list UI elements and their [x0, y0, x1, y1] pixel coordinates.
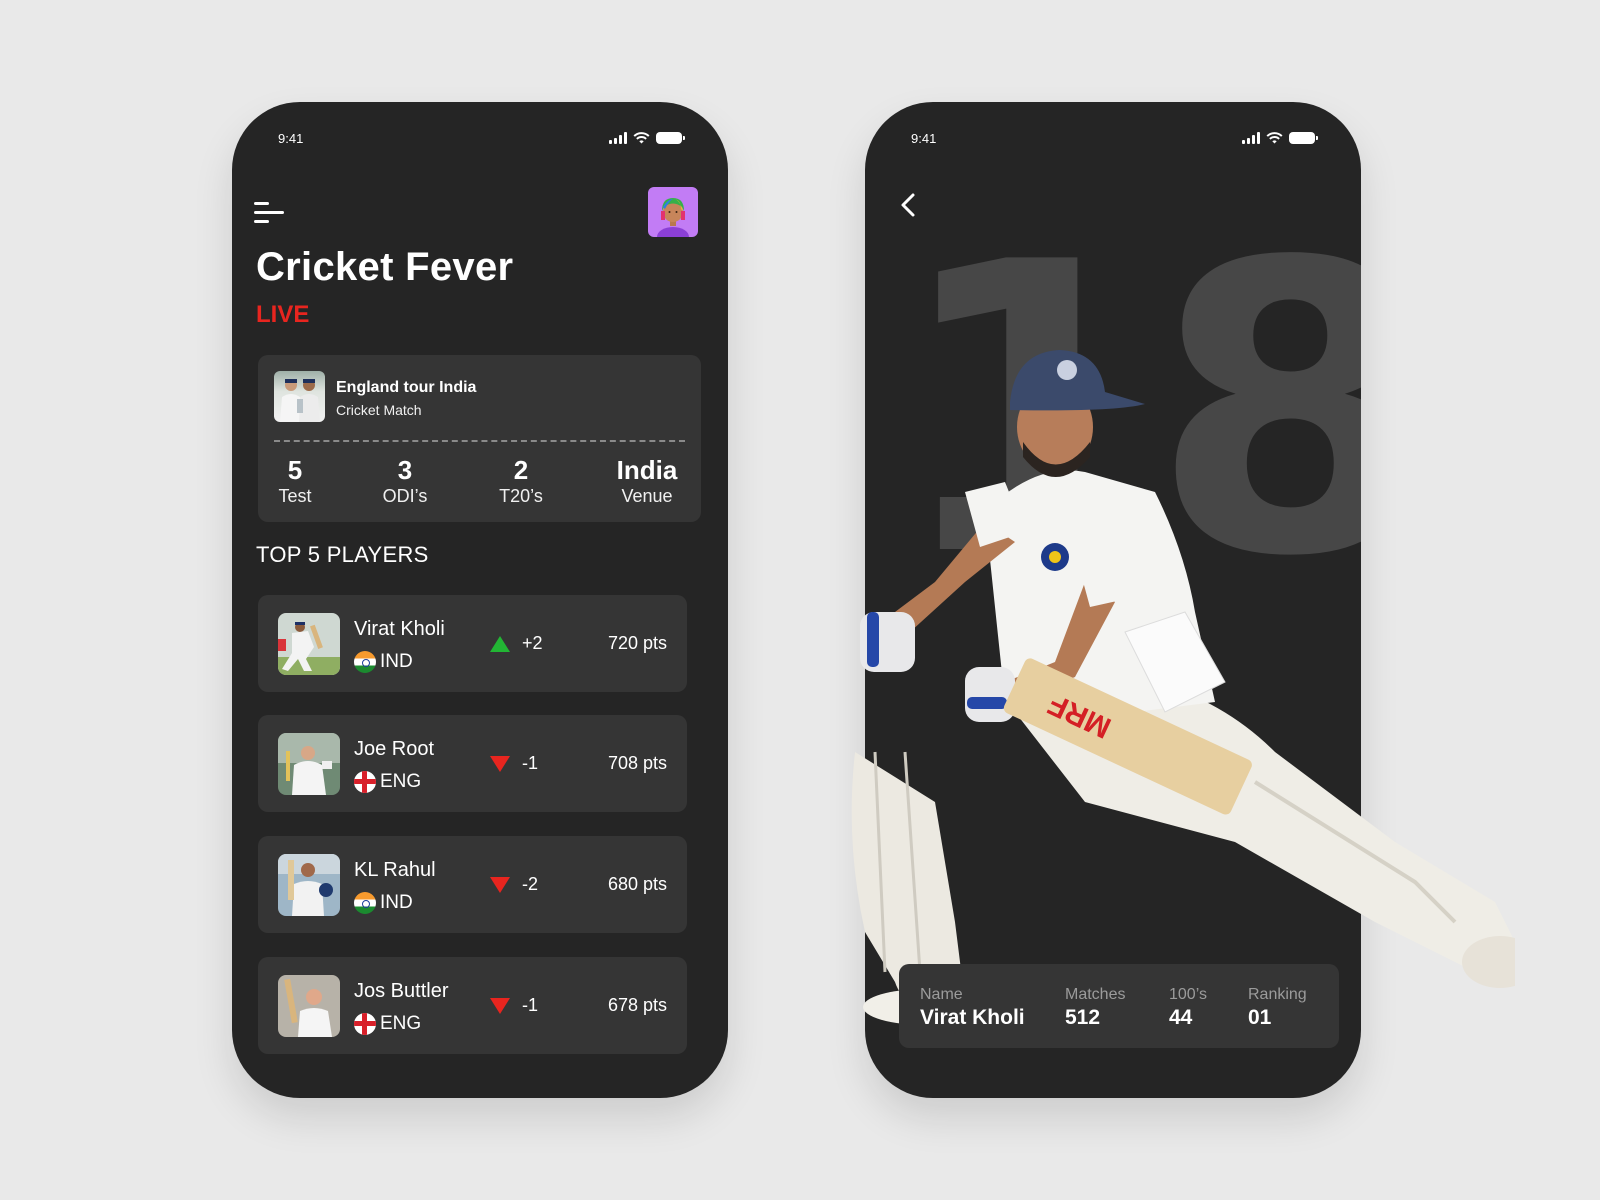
- stat-value: 5: [287, 455, 303, 485]
- home-screen: 9:41 Cricket Fever LIVE England tour Ind…: [232, 102, 728, 1098]
- info-hundreds: 100’s 44: [1169, 986, 1207, 1030]
- player-name: Jos Buttler: [354, 980, 449, 1002]
- player-name: Virat Kholi: [354, 618, 445, 640]
- player-name: KL Rahul: [354, 859, 436, 881]
- back-button[interactable]: [897, 190, 921, 220]
- player-photo: [278, 975, 340, 1037]
- rank-change-value: +2: [522, 633, 543, 653]
- country-code: IND: [380, 651, 413, 672]
- player-photo: [278, 854, 340, 916]
- section-title: TOP 5 PLAYERS: [256, 542, 429, 567]
- player-points: 720 pts: [607, 633, 667, 653]
- info-value: 512: [1065, 1006, 1101, 1029]
- divider: [274, 440, 685, 442]
- info-label: 100’s: [1169, 986, 1207, 1003]
- rank-change-value: -1: [522, 753, 539, 773]
- stat-odi: 3 ODI’s: [380, 455, 430, 507]
- info-label: Matches: [1065, 986, 1126, 1003]
- rank-change-value: -2: [522, 874, 539, 894]
- rank-change: -1: [490, 995, 538, 1016]
- player-country: ENG: [354, 1013, 421, 1035]
- wifi-icon: [1266, 132, 1283, 144]
- player-detail-screen: 18 9:41 MRF Name Virat Kholi Matches 512…: [851, 102, 1515, 1098]
- arrow-down-icon: [490, 755, 510, 772]
- status-time: 9:41: [278, 130, 304, 146]
- country-code: ENG: [380, 771, 422, 792]
- england-flag-icon: [354, 1013, 376, 1035]
- stat-t20: 2 T20’s: [496, 455, 546, 507]
- england-flag-icon: [354, 771, 376, 793]
- signal-icon: [1242, 132, 1260, 144]
- series-stats: 5 Test 3 ODI’s 2 T20’s India Venue: [258, 455, 701, 515]
- avatar-icon: [657, 198, 689, 237]
- info-matches: Matches 512: [1065, 986, 1125, 1030]
- info-label: Ranking: [1248, 986, 1307, 1003]
- stat-label: ODI’s: [382, 486, 428, 506]
- player-info-card: Name Virat Kholi Matches 512 100’s 44 Ra…: [899, 964, 1339, 1048]
- rank-change: +2: [490, 633, 543, 654]
- rank-change: -2: [490, 874, 538, 895]
- screen-background: 18: [865, 102, 1361, 1098]
- status-bar: 9:41: [911, 128, 1318, 148]
- info-ranking: Ranking 01: [1248, 986, 1307, 1030]
- series-subtitle: Cricket Match: [336, 402, 422, 418]
- series-title: England tour India: [336, 379, 477, 396]
- player-name: Joe Root: [354, 738, 435, 760]
- menu-icon-line: [254, 202, 269, 205]
- rank-change: -1: [490, 753, 538, 774]
- info-value: Virat Kholi: [920, 1006, 1025, 1029]
- country-code: IND: [380, 892, 413, 913]
- player-points: 708 pts: [607, 753, 667, 773]
- player-points: 680 pts: [607, 874, 667, 894]
- shoe: [1462, 936, 1515, 988]
- info-name: Name Virat Kholi: [920, 986, 1025, 1030]
- menu-icon-line: [254, 220, 269, 223]
- india-flag-icon: [354, 651, 376, 673]
- stat-value: 3: [397, 455, 413, 485]
- user-avatar[interactable]: [648, 187, 698, 237]
- status-bar: 9:41: [278, 128, 685, 148]
- chevron-left-icon: [901, 193, 915, 217]
- player-country: IND: [354, 651, 413, 673]
- arrow-down-icon: [490, 876, 510, 893]
- series-card[interactable]: England tour India Cricket Match 5 Test …: [258, 355, 701, 522]
- menu-icon-line: [254, 211, 284, 214]
- player-row[interactable]: Virat Kholi IND +2 720 pts: [258, 595, 687, 692]
- info-value: 44: [1169, 1006, 1193, 1029]
- stat-venue: India Venue: [614, 455, 680, 507]
- player-points: 678 pts: [607, 995, 667, 1015]
- player-row[interactable]: KL Rahul IND -2 680 pts: [258, 836, 687, 933]
- status-time: 9:41: [911, 130, 937, 146]
- stat-label: Test: [278, 486, 312, 506]
- menu-button[interactable]: [254, 202, 286, 226]
- app-title: Cricket Fever: [256, 245, 514, 289]
- player-row[interactable]: Jos Buttler ENG -1 678 pts: [258, 957, 687, 1054]
- player-row[interactable]: Joe Root ENG -1 708 pts: [258, 715, 687, 812]
- stat-test: 5 Test: [278, 455, 312, 507]
- stat-value: India: [616, 455, 678, 485]
- stat-value: 2: [513, 455, 529, 485]
- player-country: ENG: [354, 771, 421, 793]
- live-label: LIVE: [256, 301, 310, 328]
- stat-label: T20’s: [499, 486, 543, 506]
- status-icons: [1242, 132, 1318, 144]
- signal-icon: [609, 132, 627, 144]
- status-icons: [609, 132, 685, 144]
- jersey-number: 18: [893, 179, 1361, 644]
- series-thumbnail: [274, 371, 325, 422]
- battery-icon: [1289, 132, 1318, 144]
- rank-change-value: -1: [522, 995, 539, 1015]
- india-flag-icon: [354, 892, 376, 914]
- player-photo: [278, 733, 340, 795]
- info-label: Name: [920, 986, 963, 1003]
- country-code: ENG: [380, 1013, 422, 1034]
- arrow-down-icon: [490, 997, 510, 1014]
- stat-label: Venue: [621, 486, 673, 506]
- info-value: 01: [1248, 1006, 1272, 1029]
- arrow-up-icon: [490, 635, 510, 652]
- wifi-icon: [633, 132, 650, 144]
- player-photo: [278, 613, 340, 675]
- player-country: IND: [354, 892, 413, 914]
- battery-icon: [656, 132, 685, 144]
